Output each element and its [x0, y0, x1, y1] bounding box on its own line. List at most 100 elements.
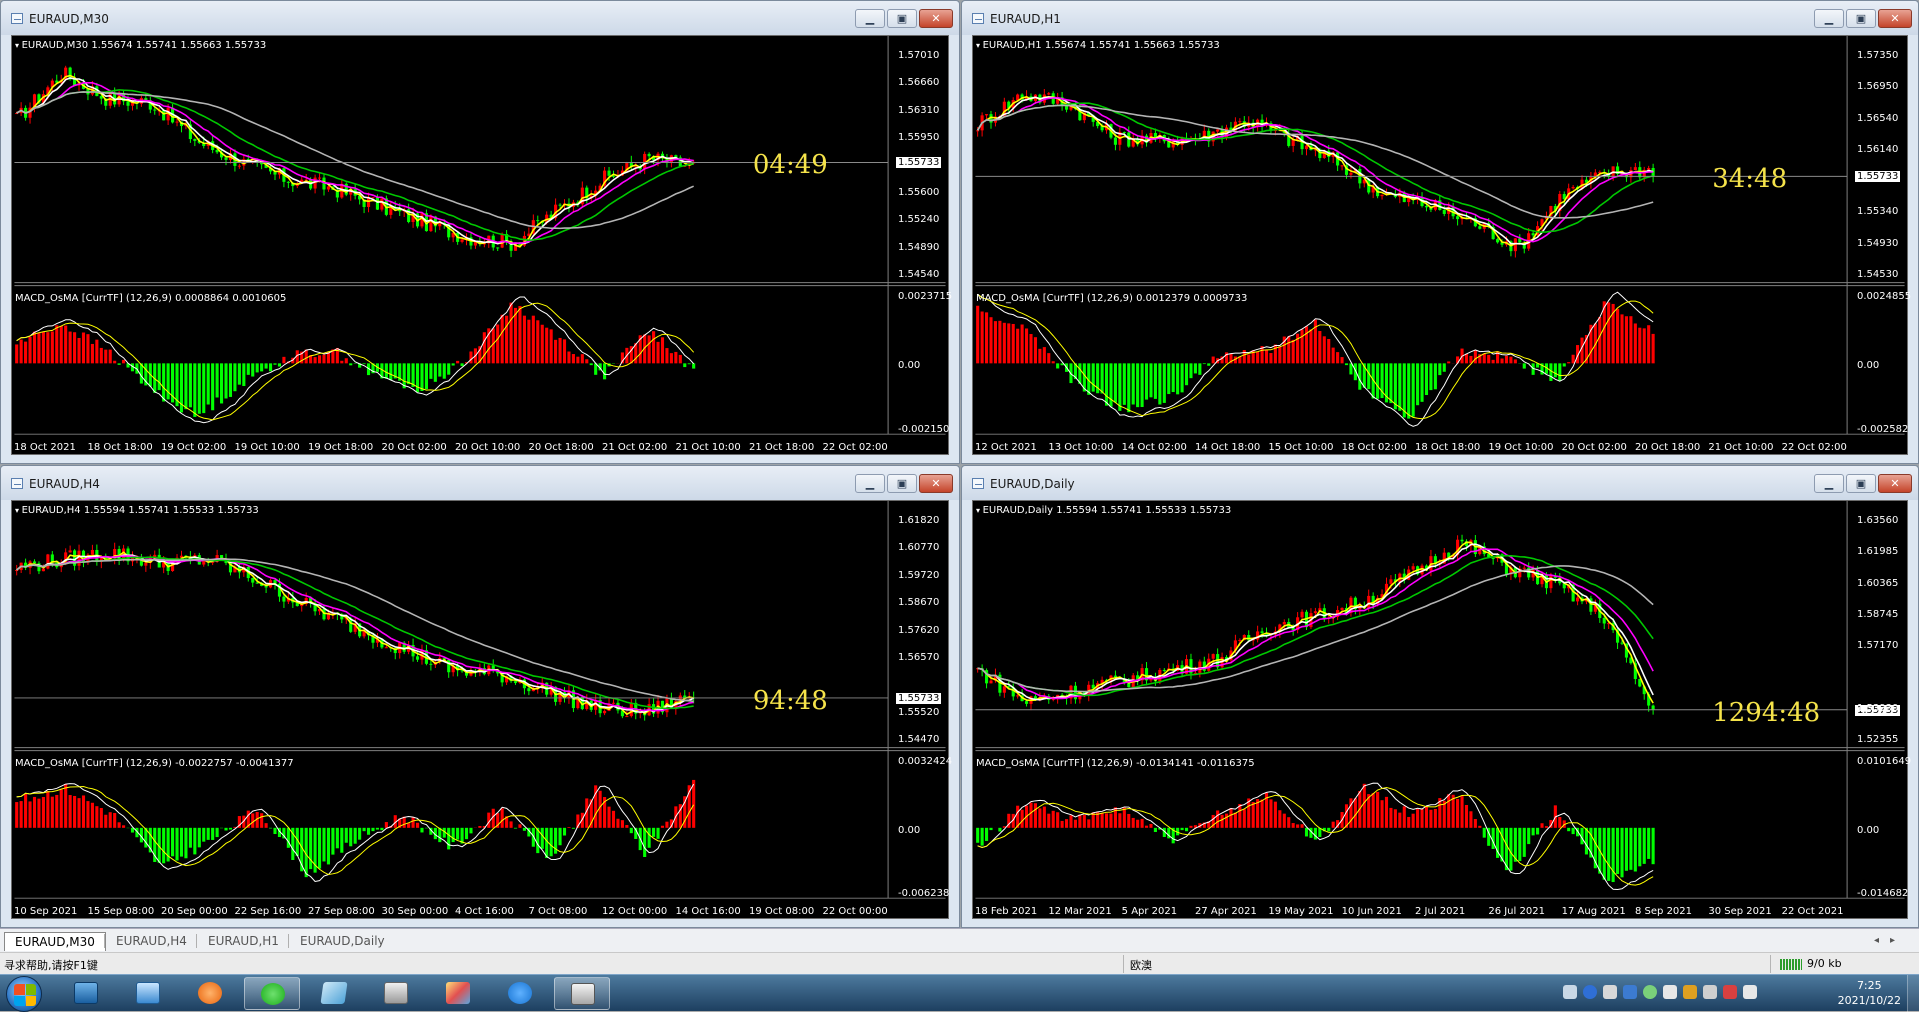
- taskbar-pen-button[interactable]: [492, 977, 548, 1010]
- macd-histogram-bar: [1314, 828, 1317, 840]
- macd-histogram-bar: [1069, 815, 1072, 828]
- tab-euraud-m30[interactable]: EURAUD,M30: [4, 932, 106, 951]
- tab-scroll-left-icon[interactable]: ◂: [1874, 935, 1879, 946]
- battery-icon[interactable]: [1703, 985, 1717, 999]
- taskbar-wechat-button[interactable]: [244, 977, 300, 1010]
- candle-body: [1238, 121, 1241, 122]
- chart-window-icon: [972, 13, 984, 24]
- taskbar-browser-button[interactable]: [182, 977, 238, 1010]
- chart-window-h4[interactable]: EURAUD,H4 ▁ ▣ ✕ EURAUD,H4 1.55594 1.5574…: [0, 465, 960, 928]
- macd-histogram-bar: [1025, 328, 1028, 363]
- window-titlebar[interactable]: EURAUD,H1 ▁ ▣ ✕: [962, 1, 1918, 35]
- chart-window-h1[interactable]: EURAUD,H1 ▁ ▣ ✕ EURAUD,H1 1.55674 1.5574…: [961, 0, 1919, 464]
- security-icon[interactable]: [1723, 985, 1737, 999]
- macd-histogram-bar: [1389, 808, 1392, 828]
- macd-histogram-bar: [104, 350, 107, 364]
- candle-body: [327, 186, 330, 189]
- wechat-tray-icon[interactable]: [1643, 985, 1657, 999]
- macd-histogram-bar: [434, 363, 437, 381]
- taskbar-app-button[interactable]: [368, 977, 424, 1010]
- shield-icon[interactable]: [1623, 985, 1637, 999]
- restore-button[interactable]: ▣: [887, 474, 917, 493]
- system-clock[interactable]: 7:25 2021/10/22: [1838, 978, 1901, 1008]
- tray-app-icon[interactable]: [1603, 985, 1617, 999]
- macd-histogram-bar: [981, 828, 984, 846]
- minimize-button[interactable]: ▁: [1814, 474, 1844, 493]
- price-scale-label: 1.57350: [1857, 50, 1898, 61]
- help-icon[interactable]: [1583, 985, 1597, 999]
- macd-histogram-bar: [1083, 815, 1086, 828]
- tab-euraud-h1[interactable]: EURAUD,H1: [198, 932, 289, 951]
- macd-histogram-bar: [265, 823, 268, 828]
- chart-canvas[interactable]: EURAUD,H1 1.55674 1.55741 1.55663 1.5573…: [972, 35, 1908, 455]
- close-button[interactable]: ✕: [1878, 9, 1912, 28]
- taskbar: 7:25 2021/10/22: [0, 974, 1919, 1011]
- volume-icon[interactable]: [1743, 985, 1757, 999]
- taskbar-control-panel-button[interactable]: [120, 977, 176, 1010]
- macd-histogram-bar: [193, 363, 196, 417]
- macd-histogram-bar: [1203, 363, 1206, 364]
- restore-button[interactable]: ▣: [1846, 9, 1876, 28]
- bar-countdown-timer: 1294:48: [1712, 698, 1820, 728]
- taskbar-files-button[interactable]: [306, 977, 362, 1010]
- clock-time: 7:25: [1838, 978, 1901, 993]
- macd-histogram-bar: [483, 332, 486, 363]
- minimize-button[interactable]: ▁: [855, 474, 885, 493]
- macd-histogram-bar: [340, 361, 343, 364]
- tab-euraud-daily[interactable]: EURAUD,Daily: [290, 932, 395, 951]
- minimize-button[interactable]: ▁: [1814, 9, 1844, 28]
- close-button[interactable]: ✕: [919, 9, 953, 28]
- candle-body: [322, 609, 325, 619]
- macd-histogram-bar: [492, 328, 495, 363]
- taskbar-paint-button[interactable]: [430, 977, 486, 1010]
- macd-histogram-bar: [612, 811, 615, 828]
- macd-histogram-bar: [15, 344, 18, 363]
- show-desktop-button[interactable]: [1907, 975, 1919, 1012]
- macd-histogram-bar: [438, 363, 441, 376]
- price-scale-label: 1.57010: [898, 50, 939, 61]
- price-scale-label: 1.57170: [1857, 640, 1898, 651]
- minimize-button[interactable]: ▁: [855, 9, 885, 28]
- taskbar-metatrader-button[interactable]: [554, 977, 610, 1010]
- macd-histogram-bar: [1234, 813, 1237, 828]
- moving-average-line: [17, 83, 694, 244]
- macd-histogram-bar: [1269, 799, 1272, 827]
- status-separator: [1770, 955, 1771, 973]
- restore-button[interactable]: ▣: [1846, 474, 1876, 493]
- close-button[interactable]: ✕: [1878, 474, 1912, 493]
- macd-histogram-bar: [1447, 794, 1450, 828]
- indicator-label: MACD_OsMA [CurrTF] (12,26,9) 0.0012379 0…: [976, 293, 1247, 304]
- macd-histogram-bar: [1465, 354, 1468, 364]
- tab-scroll-right-icon[interactable]: ▸: [1890, 935, 1895, 946]
- candle-body: [429, 664, 432, 665]
- chart-canvas[interactable]: EURAUD,M30 1.55674 1.55741 1.55663 1.557…: [11, 35, 949, 455]
- candle-body: [612, 703, 615, 704]
- macd-histogram-bar: [1274, 802, 1277, 828]
- candle-body: [1123, 132, 1126, 133]
- candle-body: [1127, 133, 1130, 147]
- window-titlebar[interactable]: EURAUD,Daily ▁ ▣ ✕: [962, 466, 1918, 500]
- macd-histogram-bar: [1052, 361, 1055, 363]
- macd-histogram-bar: [42, 332, 45, 363]
- macd-histogram-bar: [1149, 363, 1152, 397]
- window-titlebar[interactable]: EURAUD,H4 ▁ ▣ ✕: [1, 466, 959, 500]
- chart-window-daily[interactable]: EURAUD,Daily ▁ ▣ ✕ EURAUD,Daily 1.55594 …: [961, 465, 1919, 928]
- control-panel-icon: [136, 982, 160, 1004]
- macd-histogram-bar: [251, 813, 254, 827]
- chart-window-m30[interactable]: EURAUD,M30 ▁ ▣ ✕ EURAUD,M30 1.55674 1.55…: [0, 0, 960, 464]
- macd-histogram-bar: [985, 312, 988, 363]
- start-button[interactable]: [6, 976, 42, 1012]
- tab-euraud-h4[interactable]: EURAUD,H4: [106, 932, 197, 951]
- macd-histogram-bar: [60, 326, 63, 363]
- chart-canvas[interactable]: EURAUD,H4 1.55594 1.55741 1.55533 1.5573…: [11, 500, 949, 919]
- window-titlebar[interactable]: EURAUD,M30 ▁ ▣ ✕: [1, 1, 959, 35]
- restore-button[interactable]: ▣: [887, 9, 917, 28]
- keyboard-icon[interactable]: [1563, 985, 1577, 999]
- macd-histogram-bar: [1287, 817, 1290, 828]
- flag-icon[interactable]: [1683, 985, 1697, 999]
- chart-canvas[interactable]: EURAUD,Daily 1.55594 1.55741 1.55533 1.5…: [972, 500, 1908, 919]
- macd-histogram-bar: [688, 363, 691, 364]
- network-icon[interactable]: [1663, 985, 1677, 999]
- close-button[interactable]: ✕: [919, 474, 953, 493]
- taskbar-desktop-button[interactable]: [58, 977, 114, 1010]
